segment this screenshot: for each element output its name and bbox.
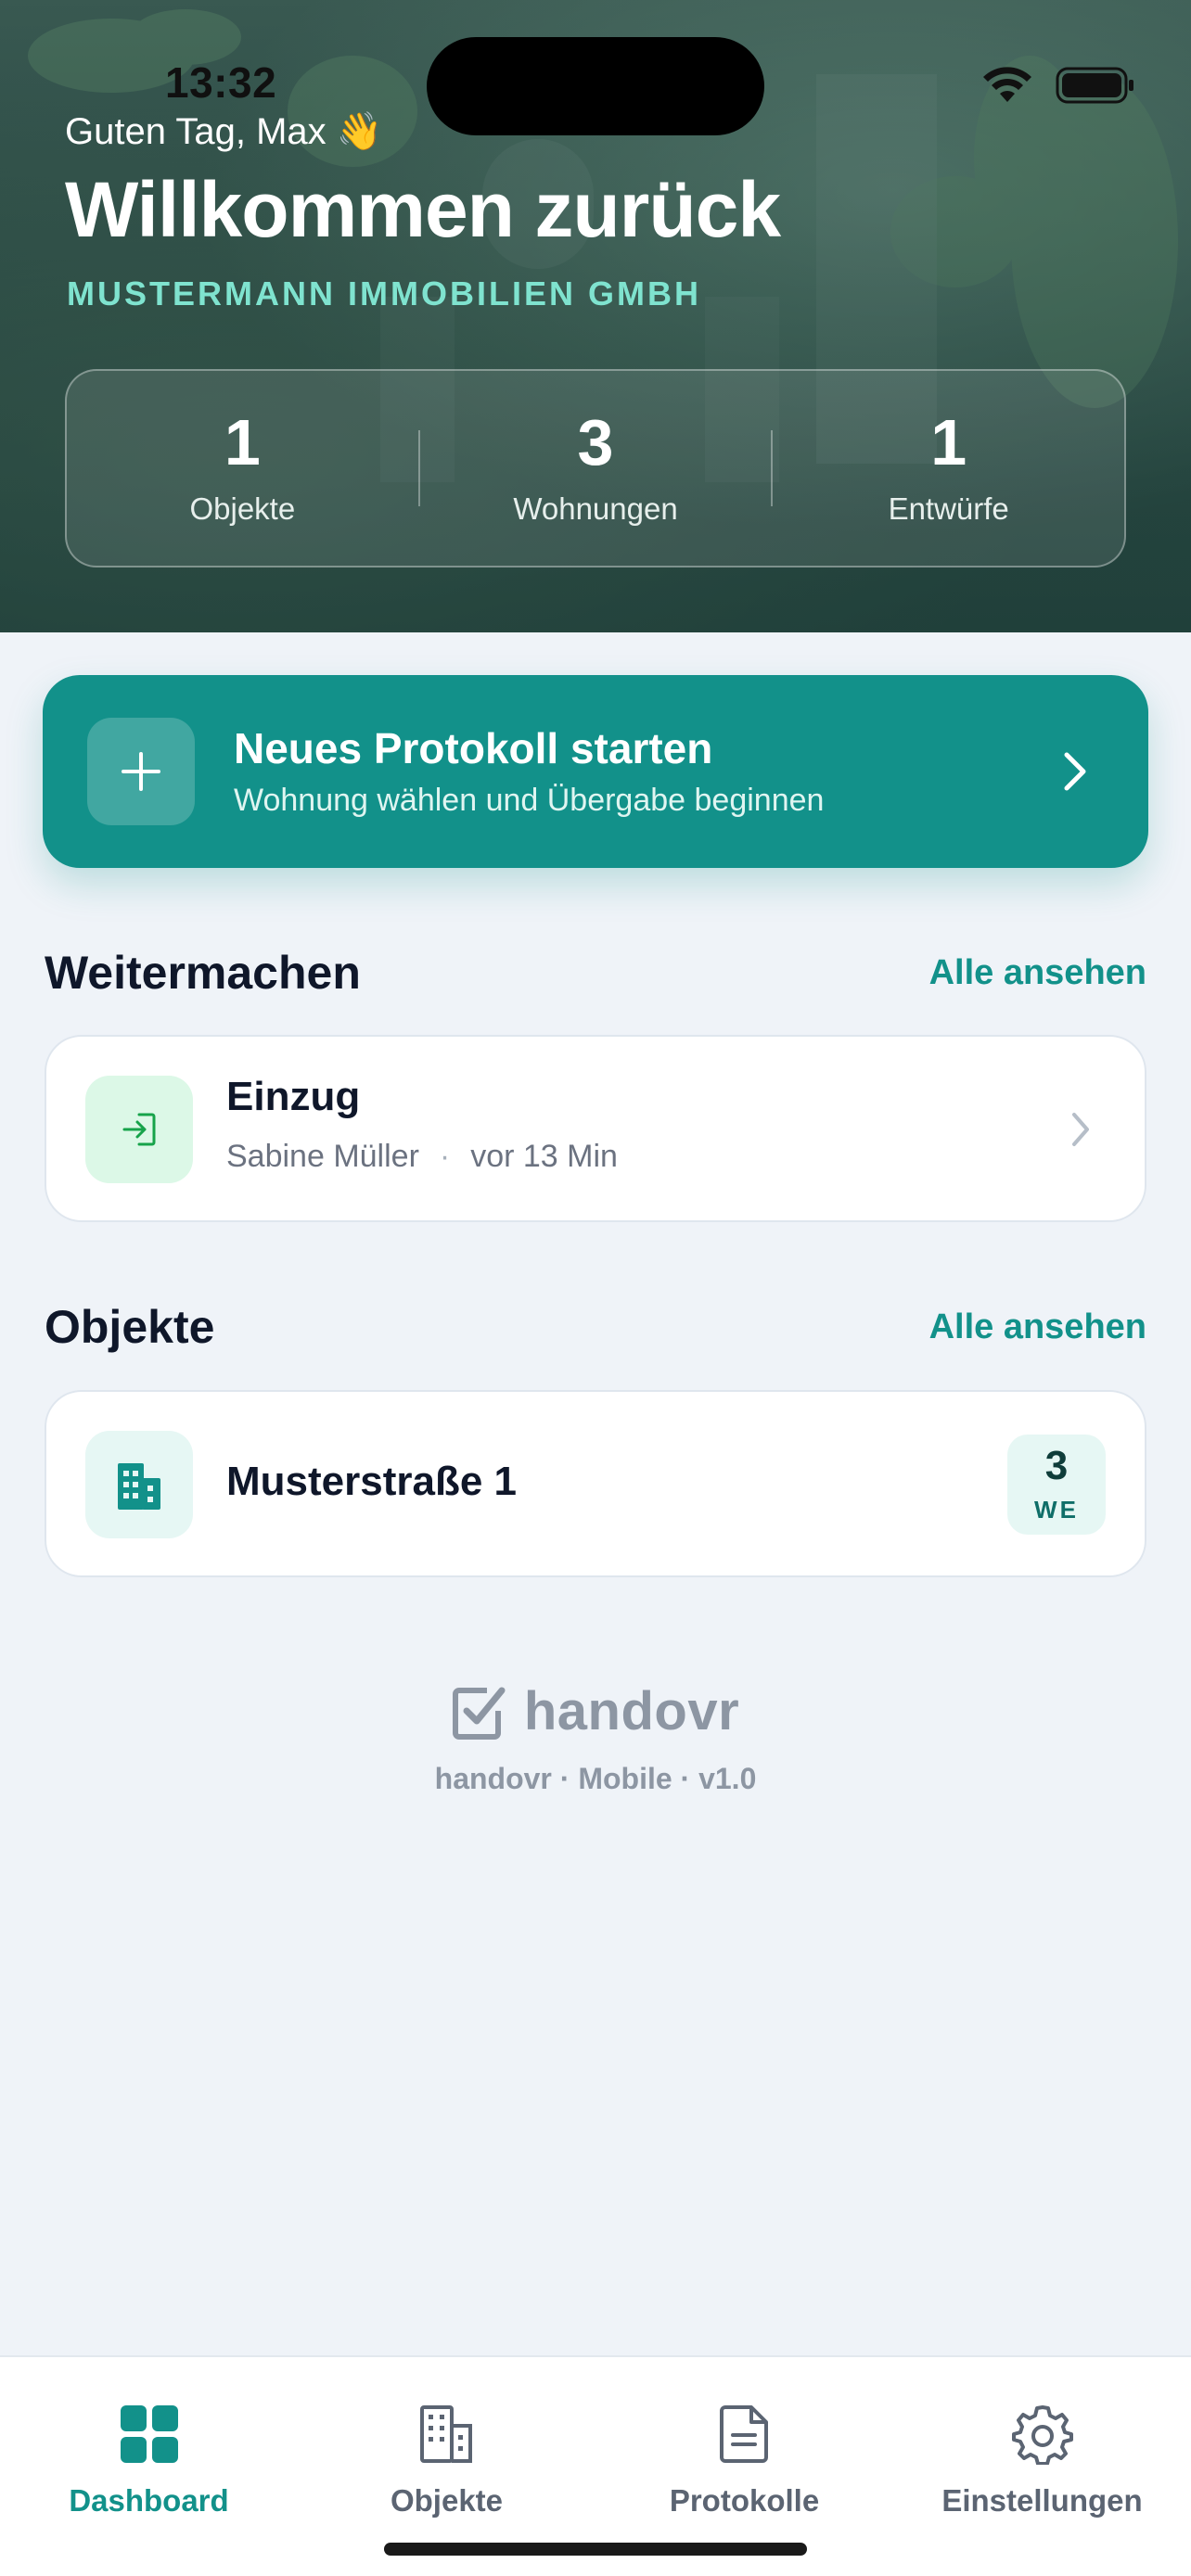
tab-settings[interactable]: Einstellungen: [893, 2402, 1191, 2519]
separator: ·: [439, 1139, 451, 1174]
stat-value: 1: [224, 406, 261, 478]
tab-protocols[interactable]: Protokolle: [596, 2402, 893, 2519]
stat-objects: 1 Objekte: [67, 410, 418, 527]
page-title: Willkommen zurück: [65, 166, 781, 253]
continue-see-all-link[interactable]: Alle ansehen: [929, 953, 1146, 993]
move-in-icon: [85, 1076, 193, 1183]
company-name: MUSTERMANN IMMOBILIEN GMBH: [67, 274, 701, 312]
cta-subtitle: Wohnung wählen und Übergabe beginnen: [234, 783, 825, 818]
status-bar-time: 13:32: [165, 58, 277, 107]
building-icon: [85, 1431, 193, 1538]
tab-label: Objekte: [390, 2483, 504, 2518]
chevron-right-icon: [1072, 1113, 1089, 1146]
plus-icon: [87, 718, 195, 825]
chevron-right-icon: [1064, 752, 1086, 791]
dashboard-icon: [0, 2402, 298, 2467]
unit-count-badge: 3 WE: [1007, 1435, 1106, 1535]
object-address: Musterstraße 1: [226, 1459, 518, 1504]
battery-icon: [1056, 67, 1133, 104]
continue-protocol-card[interactable]: Einzug Sabine Müller · vor 13 Min: [45, 1035, 1146, 1222]
tab-label: Einstellungen: [941, 2483, 1143, 2518]
tab-objects[interactable]: Objekte: [298, 2402, 596, 2519]
last-edited-time: vor 13 Min: [470, 1139, 618, 1174]
stat-value: 3: [577, 406, 614, 478]
protocol-title: Einzug: [226, 1074, 361, 1119]
stat-value: 1: [930, 406, 967, 478]
tenant-name: Sabine Müller: [226, 1139, 419, 1174]
status-bar-icons: [981, 67, 1135, 104]
cta-title: Neues Protokoll starten: [234, 724, 713, 772]
building-icon: [298, 2402, 596, 2467]
brand-logo: handovr: [0, 1680, 1191, 1742]
objects-see-all-link[interactable]: Alle ansehen: [929, 1307, 1146, 1347]
document-icon: [596, 2402, 893, 2467]
object-card[interactable]: Musterstraße 1 3 WE: [45, 1390, 1146, 1577]
wifi-icon: [983, 67, 1031, 102]
new-protocol-button[interactable]: Neues Protokoll starten Wohnung wählen u…: [43, 675, 1148, 868]
tab-label: Dashboard: [69, 2483, 229, 2518]
unit-label: WE: [1034, 1496, 1079, 1524]
tab-label: Protokolle: [669, 2483, 820, 2518]
stat-drafts: 1 Entwürfe: [773, 410, 1124, 527]
home-indicator: [384, 2543, 807, 2556]
greeting-text: Guten Tag, Max 👋: [65, 111, 383, 152]
dynamic-island: [427, 37, 764, 135]
stats-panel: 1 Objekte 3 Wohnungen 1 Entwürfe: [65, 369, 1126, 567]
gear-icon: [893, 2402, 1191, 2467]
app-version: handovr · Mobile · v1.0: [434, 1762, 757, 1795]
brand-name: handovr: [523, 1681, 740, 1741]
unit-count: 3: [1044, 1443, 1069, 1488]
continue-section-title: Weitermachen: [45, 947, 361, 999]
stat-label: Objekte: [189, 491, 296, 526]
hero-header: 13:32 Guten Tag, Max 👋 Willkommen zurück…: [0, 0, 1191, 632]
stat-label: Wohnungen: [513, 491, 678, 526]
objects-section-title: Objekte: [45, 1301, 215, 1353]
stat-apartments: 3 Wohnungen: [420, 410, 772, 527]
tab-dashboard[interactable]: Dashboard: [0, 2402, 298, 2519]
protocol-meta: Sabine Müller · vor 13 Min: [226, 1139, 618, 1175]
checkbox-logo-icon: [452, 1687, 506, 1740]
stat-label: Entwürfe: [888, 491, 1009, 526]
